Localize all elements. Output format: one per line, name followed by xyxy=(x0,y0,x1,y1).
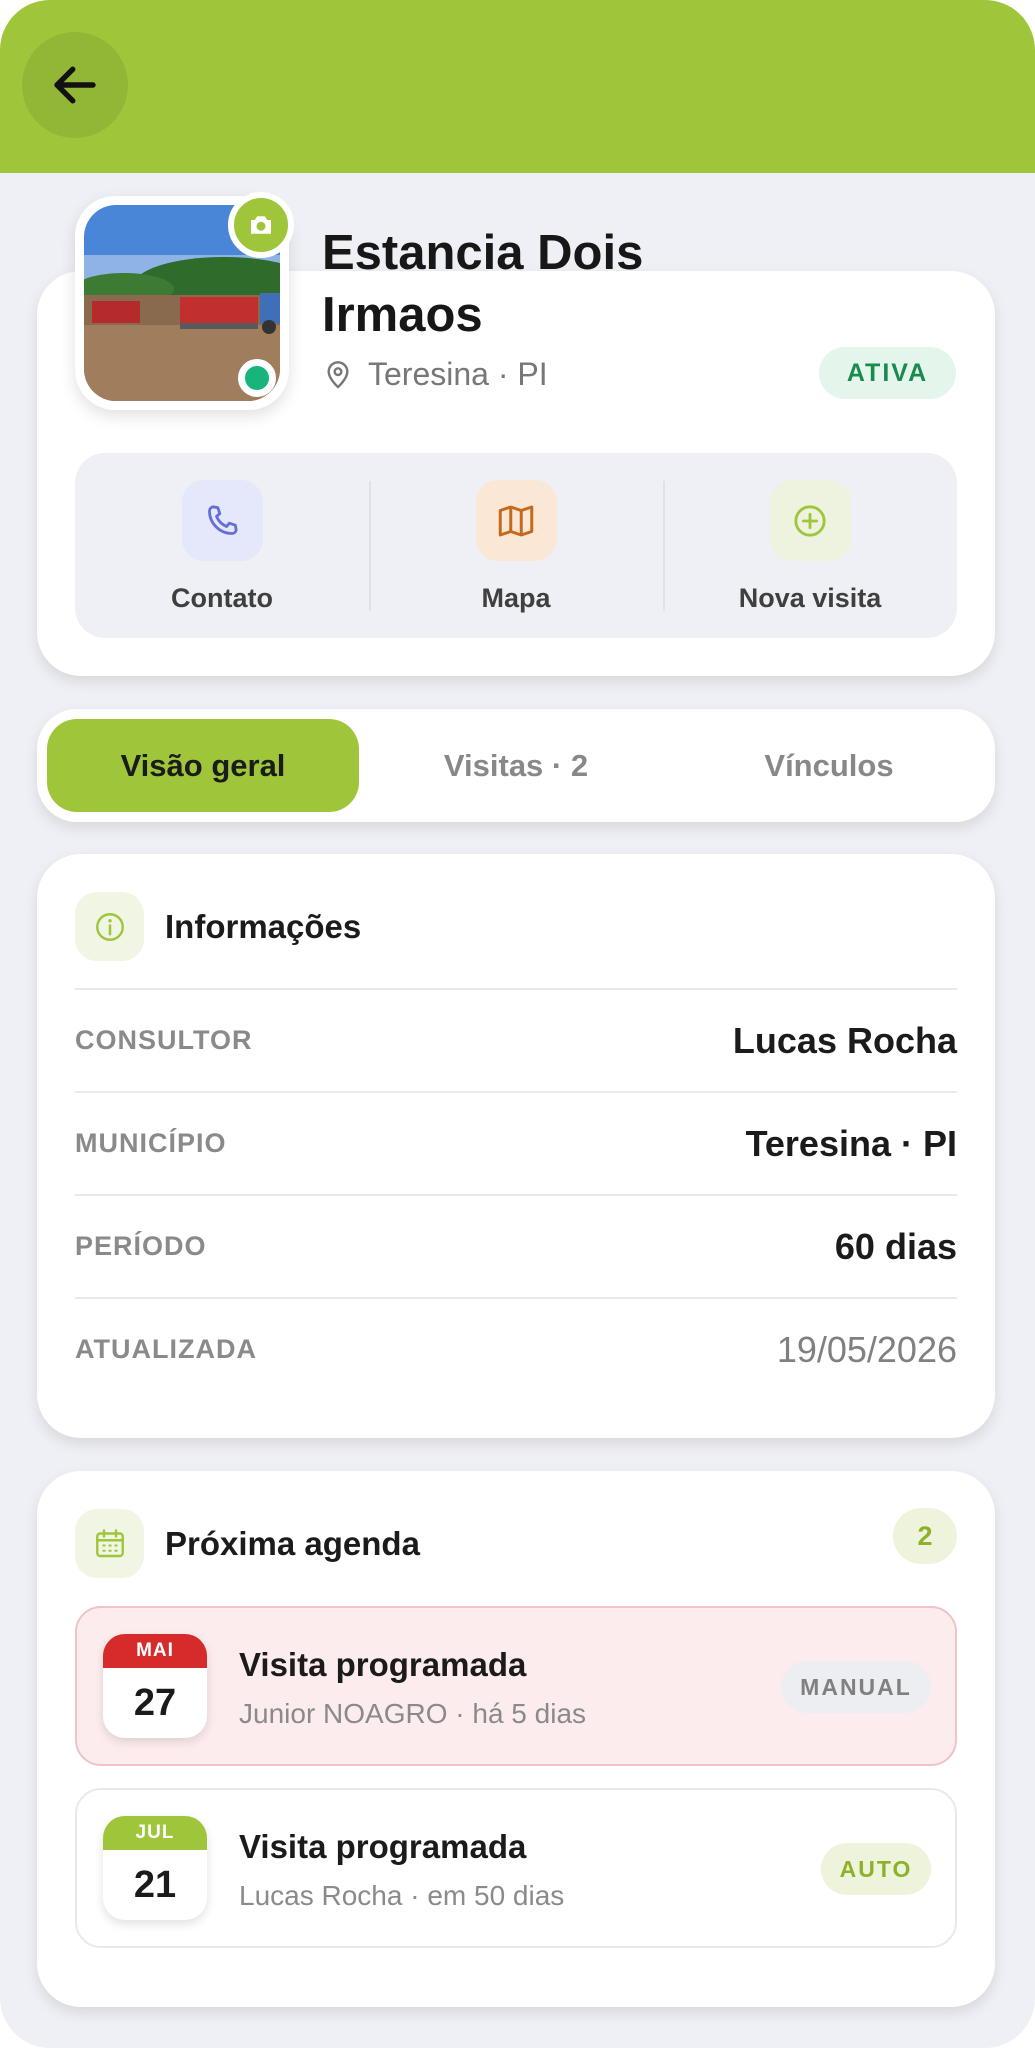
app-screen: Estancia Dois Irmaos Teresina · PI ATIVA… xyxy=(0,0,1035,2048)
tab-links[interactable]: Vínculos xyxy=(673,719,985,812)
farm-location-text: Teresina · PI xyxy=(368,356,548,392)
info-value: 60 dias xyxy=(834,1225,957,1267)
plus-circle-icon xyxy=(769,480,851,561)
event-day: 27 xyxy=(133,1681,177,1724)
info-title: Informações xyxy=(165,908,362,945)
event-month: JUL xyxy=(103,1816,207,1850)
info-value: Teresina · PI xyxy=(745,1122,957,1164)
phone-icon xyxy=(181,480,263,561)
map-button[interactable]: Mapa xyxy=(369,453,663,638)
info-row-consultor: CONSULTOR Lucas Rocha xyxy=(75,988,957,1091)
change-photo-button[interactable] xyxy=(228,192,294,258)
status-badge: ATIVA xyxy=(819,347,956,399)
event-title: Visita programada xyxy=(239,1828,527,1865)
agenda-count-badge: 2 xyxy=(893,1508,957,1564)
back-button[interactable] xyxy=(22,32,128,138)
contact-label: Contato xyxy=(171,583,273,613)
event-date: MAI 27 xyxy=(103,1634,207,1738)
info-row-municipio: MUNICÍPIO Teresina · PI xyxy=(75,1091,957,1194)
calendar-icon xyxy=(75,1509,144,1578)
info-value: Lucas Rocha xyxy=(732,1019,957,1061)
farm-location: Teresina · PI xyxy=(322,356,548,393)
agenda-event[interactable]: JUL 21 Visita programada Lucas Rocha · e… xyxy=(75,1788,957,1948)
quick-actions: Contato Mapa Nova visita xyxy=(75,453,957,638)
event-tag: MANUAL xyxy=(781,1661,931,1713)
agenda-title: Próxima agenda xyxy=(165,1525,420,1562)
map-icon xyxy=(475,480,557,561)
tab-bar: Visão geral Visitas · 2 Vínculos xyxy=(37,709,995,822)
event-date: JUL 21 xyxy=(103,1816,207,1920)
event-subtitle: Junior NOAGRO · há 5 dias xyxy=(239,1698,587,1729)
info-label: ATUALIZADA xyxy=(75,1334,257,1364)
camera-icon xyxy=(251,216,271,234)
top-app-bar xyxy=(0,0,1035,173)
info-card: Informações CONSULTOR Lucas Rocha MUNICÍ… xyxy=(37,854,995,1438)
info-row-atualizada: ATUALIZADA 19/05/2026 xyxy=(75,1297,957,1400)
info-label: CONSULTOR xyxy=(75,1025,253,1055)
new-visit-label: Nova visita xyxy=(738,583,882,613)
agenda-card: Próxima agenda 2 MAI 27 Visita programad… xyxy=(37,1471,995,2007)
agenda-event[interactable]: MAI 27 Visita programada Junior NOAGRO ·… xyxy=(75,1606,957,1766)
contact-button[interactable]: Contato xyxy=(75,453,369,638)
info-row-periodo: PERÍODO 60 dias xyxy=(75,1194,957,1297)
event-subtitle: Lucas Rocha · em 50 dias xyxy=(239,1880,565,1911)
event-month: MAI xyxy=(103,1634,207,1668)
farm-name: Estancia Dois Irmaos xyxy=(322,226,644,342)
event-title: Visita programada xyxy=(239,1646,527,1683)
map-label: Mapa xyxy=(481,583,551,613)
info-label: PERÍODO xyxy=(75,1231,207,1261)
arrow-left-icon xyxy=(54,66,96,104)
online-status-dot xyxy=(238,359,276,397)
info-label: MUNICÍPIO xyxy=(75,1128,227,1158)
map-pin-icon xyxy=(327,360,349,389)
tab-visits[interactable]: Visitas · 2 xyxy=(360,719,672,812)
event-tag: AUTO xyxy=(821,1843,931,1895)
new-visit-button[interactable]: Nova visita xyxy=(663,453,957,638)
tab-overview[interactable]: Visão geral xyxy=(47,719,359,812)
info-icon xyxy=(75,892,144,961)
event-day: 21 xyxy=(133,1863,177,1906)
info-value: 19/05/2026 xyxy=(776,1328,957,1370)
